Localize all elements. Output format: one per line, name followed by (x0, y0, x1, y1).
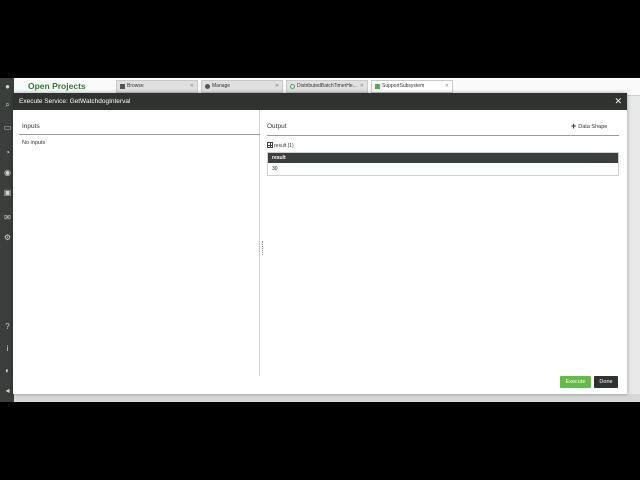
folder-icon (120, 84, 125, 89)
output-title: Output (267, 123, 287, 130)
inputs-pane: Inputs No inputs (13, 110, 260, 376)
background-footer (14, 394, 640, 402)
no-inputs-text: No inputs (22, 140, 46, 146)
divider (267, 135, 619, 136)
info-icon[interactable]: i (3, 344, 12, 353)
inputs-title: Inputs (22, 123, 40, 130)
column-header[interactable]: result (268, 153, 618, 163)
divider (19, 134, 260, 135)
search-icon[interactable]: ⌕ (3, 100, 12, 109)
tab-label: Browse (127, 83, 144, 89)
table-cell[interactable]: 30 (268, 163, 618, 175)
logo-icon[interactable]: ● (3, 82, 12, 91)
tab-close-icon[interactable]: ✕ (275, 81, 279, 92)
tab-label: Manage (212, 83, 231, 89)
tab-close-icon[interactable]: ✕ (360, 81, 364, 92)
collapse-icon[interactable]: ◂ (3, 386, 12, 395)
plus-icon: + (571, 121, 577, 131)
mail-icon[interactable]: ✉ (3, 213, 12, 222)
user-icon[interactable]: ◐ (3, 366, 12, 375)
tab-distributed-batch-timer[interactable]: DistributedBatchTimerHe... ✕ (286, 80, 368, 93)
lock-icon[interactable]: ▣ (3, 188, 12, 197)
table-icon (267, 142, 273, 148)
data-shape-button[interactable]: + Data Shape (571, 121, 607, 131)
dialog-header: Execute Service: GetWatchdogInterval ✕ (13, 93, 627, 110)
app-title: Open Projects (28, 81, 86, 91)
done-button[interactable]: Done (594, 376, 618, 388)
result-table: result 30 (267, 152, 619, 176)
subsystem-icon (375, 84, 380, 89)
help-icon[interactable]: ? (3, 322, 12, 331)
monitor-icon[interactable]: ◉ (3, 168, 12, 177)
dialog-footer: Execute Done (13, 376, 627, 394)
tab-label: SupportSubsystem (382, 83, 425, 89)
execute-service-dialog: Execute Service: GetWatchdogInterval ✕ I… (13, 93, 627, 394)
gear-icon (205, 84, 210, 89)
thing-icon (290, 84, 295, 89)
execute-button[interactable]: Execute (560, 376, 591, 388)
data-shape-label: Data Shape (578, 124, 608, 130)
app-window: ● ⌕ ▭ ◔ ◉ ▣ ✉ ⚙ ? i ◐ ◂ Open Projects Br… (0, 78, 640, 402)
folder-icon[interactable]: ▭ (3, 123, 12, 132)
tab-label: DistributedBatchTimerHe... (297, 83, 357, 89)
tab-support-subsystem[interactable]: SupportSubsystem ✕ (371, 80, 453, 93)
tab-close-icon[interactable]: ✕ (445, 81, 449, 92)
tab-manage[interactable]: Manage ✕ (201, 80, 283, 93)
left-nav-rail: ● ⌕ ▭ ◔ ◉ ▣ ✉ ⚙ ? i ◐ ◂ (0, 78, 14, 402)
close-icon[interactable]: ✕ (614, 96, 622, 106)
result-caption-text: result (1) (274, 143, 294, 149)
tab-close-icon[interactable]: ✕ (190, 81, 194, 92)
dialog-title: Execute Service: GetWatchdogInterval (19, 98, 131, 105)
tab-browse[interactable]: Browse ✕ (116, 80, 198, 93)
gear-icon[interactable]: ⚙ (3, 233, 12, 242)
result-caption: result (1) (267, 142, 294, 149)
project-icon[interactable]: ◔ (3, 148, 12, 157)
output-pane: Output + Data Shape result (1) result 30 (261, 110, 627, 376)
